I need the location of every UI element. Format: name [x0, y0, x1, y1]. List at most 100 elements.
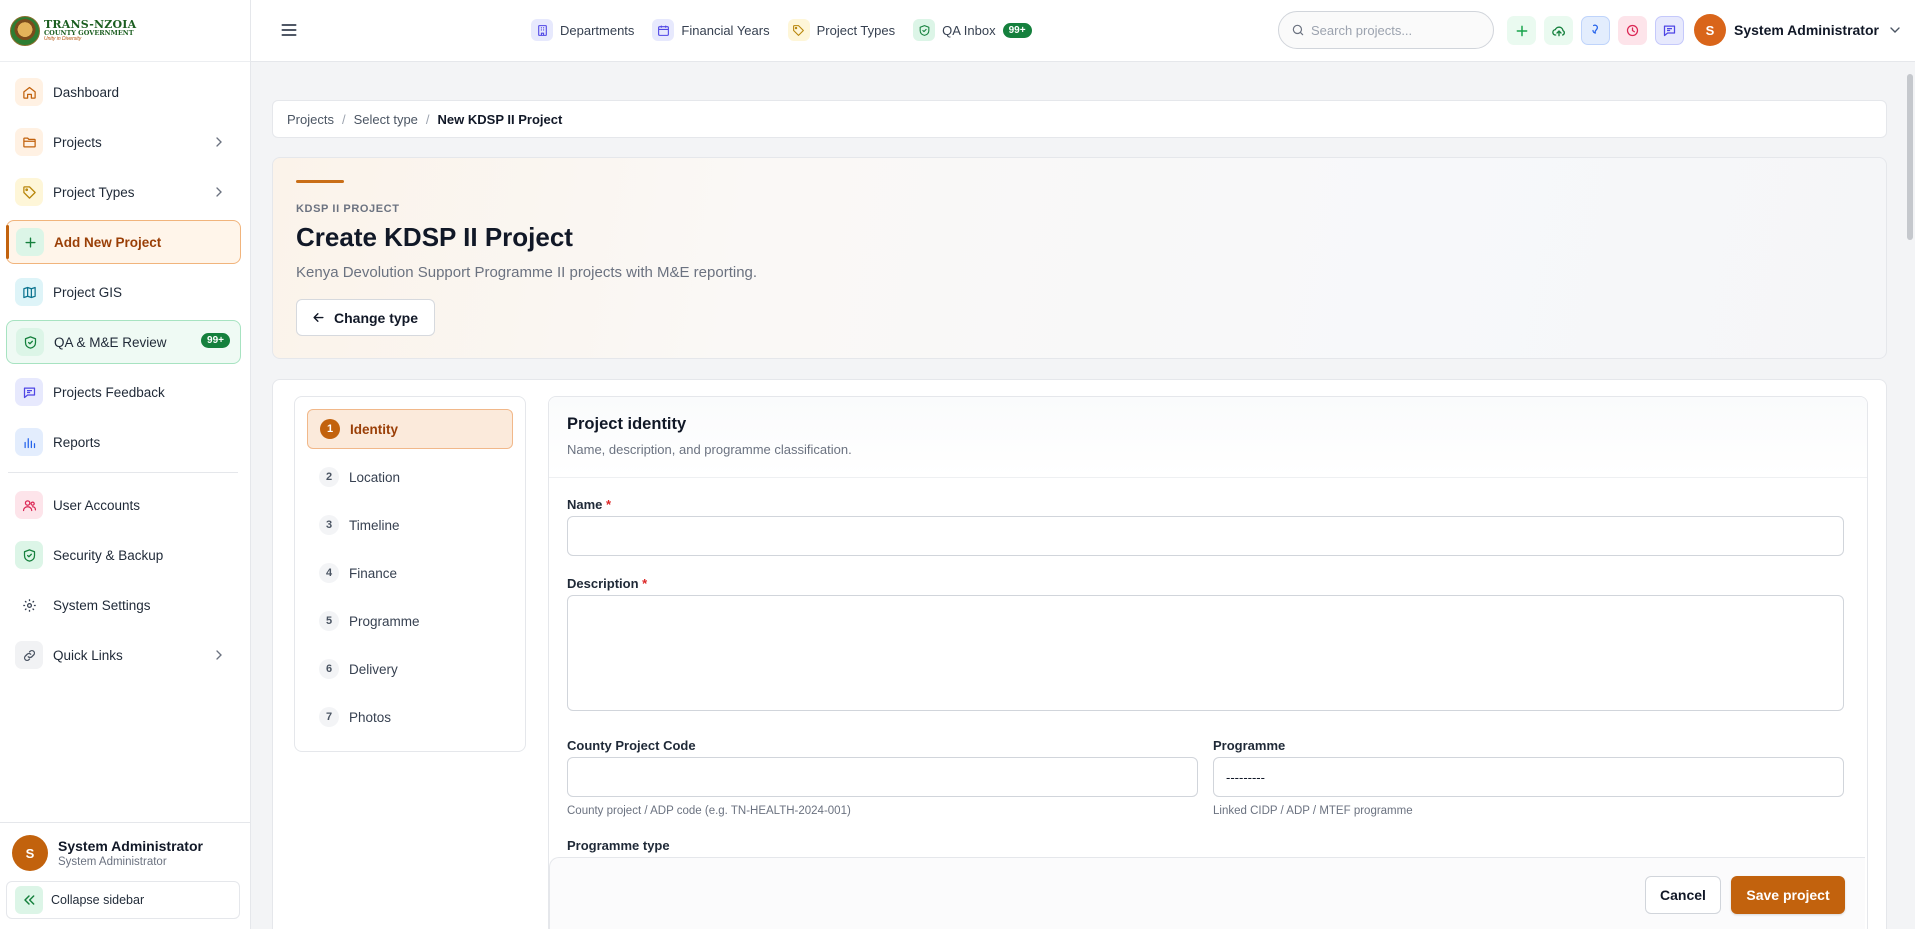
- sidebar-item-label: Dashboard: [53, 84, 120, 100]
- top-link-departments[interactable]: Departments: [531, 17, 634, 43]
- user-menu[interactable]: S System Administrator: [1694, 14, 1903, 46]
- search-input[interactable]: [1311, 22, 1471, 38]
- section-title: Project identity: [567, 415, 687, 433]
- collapse-sidebar-button[interactable]: Collapse sidebar: [6, 881, 240, 919]
- step-finance[interactable]: 4 Finance: [307, 553, 513, 593]
- logo-motto: Unity in Diversity: [44, 35, 82, 42]
- step-timeline[interactable]: 3 Timeline: [307, 505, 513, 545]
- accent-bar: [296, 180, 344, 183]
- top-link-financial-years[interactable]: Financial Years: [652, 17, 770, 43]
- sidebar-item-label: Project GIS: [53, 284, 123, 300]
- sidebar-item-project-types[interactable]: Project Types: [6, 170, 241, 214]
- cancel-button[interactable]: Cancel: [1645, 876, 1721, 914]
- building-icon: [531, 19, 553, 41]
- programme-label: Programme: [1213, 738, 1286, 753]
- sidebar-item-quick-links[interactable]: Quick Links: [6, 633, 241, 677]
- step-label: Identity: [350, 421, 399, 437]
- sidebar-item-label: Security & Backup: [53, 547, 164, 563]
- name-label: Name *: [567, 497, 611, 512]
- programme-type-label: Programme type: [567, 838, 670, 853]
- step-photos[interactable]: 7 Photos: [307, 697, 513, 737]
- sidebar-item-dashboard[interactable]: Dashboard: [6, 70, 241, 114]
- double-chevron-left-icon: [15, 886, 43, 914]
- clock-icon[interactable]: [1618, 16, 1647, 45]
- description-label: Description *: [567, 576, 647, 591]
- name-label-text: Name: [567, 497, 603, 512]
- shield-check-icon: [913, 19, 936, 41]
- top-link-label: Project Types: [816, 22, 896, 38]
- sidebar-item-projects[interactable]: Projects: [6, 120, 241, 164]
- user-role: System Administrator: [58, 856, 167, 868]
- menu-icon[interactable]: [279, 20, 299, 40]
- step-label: Photos: [349, 709, 392, 725]
- sidebar-user[interactable]: S System Administrator System Administra…: [0, 823, 250, 881]
- breadcrumb-select-type[interactable]: Select type: [354, 112, 418, 127]
- scrollbar-thumb[interactable]: [1907, 74, 1913, 240]
- sidebar-item-label: User Accounts: [53, 497, 141, 513]
- search-box[interactable]: [1278, 11, 1494, 49]
- sidebar-item-user-accounts[interactable]: User Accounts: [6, 483, 241, 527]
- chevron-right-icon: [211, 134, 227, 150]
- programme-select[interactable]: ---------: [1213, 757, 1844, 797]
- sidebar-item-label: Projects: [53, 134, 102, 150]
- location-pin-icon[interactable]: [1581, 16, 1610, 45]
- page-scrollbar[interactable]: [1905, 62, 1915, 929]
- sidebar-item-reports[interactable]: Reports: [6, 420, 241, 464]
- change-type-button[interactable]: Change type: [296, 299, 436, 336]
- name-input[interactable]: [567, 516, 1844, 556]
- description-input[interactable]: [567, 595, 1844, 711]
- required-marker: *: [606, 497, 612, 512]
- user-name: System Administrator: [1734, 22, 1879, 38]
- add-icon[interactable]: [1507, 16, 1536, 45]
- breadcrumb-separator: /: [425, 111, 430, 127]
- sidebar-item-system-settings[interactable]: System Settings: [6, 583, 241, 627]
- qa-inbox-badge: 99+: [1002, 22, 1032, 38]
- save-project-button[interactable]: Save project: [1731, 876, 1845, 914]
- chevron-right-icon: [211, 647, 227, 663]
- step-programme[interactable]: 5 Programme: [307, 601, 513, 641]
- sidebar-item-qa-review[interactable]: QA & M&E Review 99+: [6, 320, 241, 364]
- sidebar-item-security-backup[interactable]: Security & Backup: [6, 533, 241, 577]
- sidebar-item-project-gis[interactable]: Project GIS: [6, 270, 241, 314]
- county-logo[interactable]: TRANS-NZOIA COUNTY GOVERNMENT Unity in D…: [10, 15, 136, 46]
- project-form: 1 Identity 2 Location 3 Timeline 4 Finan…: [272, 379, 1887, 929]
- chevron-right-icon: [211, 184, 227, 200]
- top-link-project-types[interactable]: Project Types: [787, 17, 896, 43]
- sidebar-item-label: Reports: [53, 434, 101, 450]
- folder-icon: [15, 128, 43, 156]
- sidebar: TRANS-NZOIA COUNTY GOVERNMENT Unity in D…: [0, 0, 251, 929]
- chat-icon: [15, 378, 43, 406]
- user-name: System Administrator: [58, 838, 203, 854]
- step-label: Programme: [349, 613, 420, 629]
- top-link-label: Financial Years: [681, 22, 770, 38]
- county-project-code-input[interactable]: [567, 757, 1198, 797]
- section-header: Project identity Name, description, and …: [549, 397, 1867, 478]
- sidebar-item-label: QA & M&E Review: [54, 334, 167, 350]
- main-content: Projects / Select type / New KDSP II Pro…: [251, 62, 1915, 929]
- step-number: 2: [319, 467, 339, 487]
- page-title: Create KDSP II Project: [296, 222, 573, 252]
- chevron-down-icon: [1887, 22, 1903, 38]
- breadcrumb-projects[interactable]: Projects: [287, 112, 334, 127]
- calendar-icon: [652, 19, 675, 41]
- users-icon: [15, 491, 43, 519]
- gear-icon: [15, 591, 43, 619]
- step-identity[interactable]: 1 Identity: [307, 409, 513, 449]
- form-steps: 1 Identity 2 Location 3 Timeline 4 Finan…: [294, 396, 526, 752]
- sidebar-nav: Dashboard Projects Project Types Add New…: [0, 62, 250, 677]
- message-icon[interactable]: [1655, 16, 1684, 45]
- sidebar-item-label: Project Types: [53, 184, 135, 200]
- search-icon: [1291, 23, 1305, 37]
- sidebar-item-projects-feedback[interactable]: Projects Feedback: [6, 370, 241, 414]
- top-link-qa-inbox[interactable]: QA Inbox 99+: [913, 17, 1032, 43]
- cloud-upload-icon[interactable]: [1544, 16, 1573, 45]
- link-icon: [15, 641, 43, 669]
- page-header: KDSP II PROJECT Create KDSP II Project K…: [272, 157, 1887, 359]
- step-number: 3: [319, 515, 339, 535]
- sidebar-item-add-new-project[interactable]: Add New Project: [6, 220, 241, 264]
- step-delivery[interactable]: 6 Delivery: [307, 649, 513, 689]
- step-number: 5: [319, 611, 339, 631]
- step-location[interactable]: 2 Location: [307, 457, 513, 497]
- identity-panel: Project identity Name, description, and …: [548, 396, 1868, 929]
- collapse-sidebar-label: Collapse sidebar: [51, 893, 145, 907]
